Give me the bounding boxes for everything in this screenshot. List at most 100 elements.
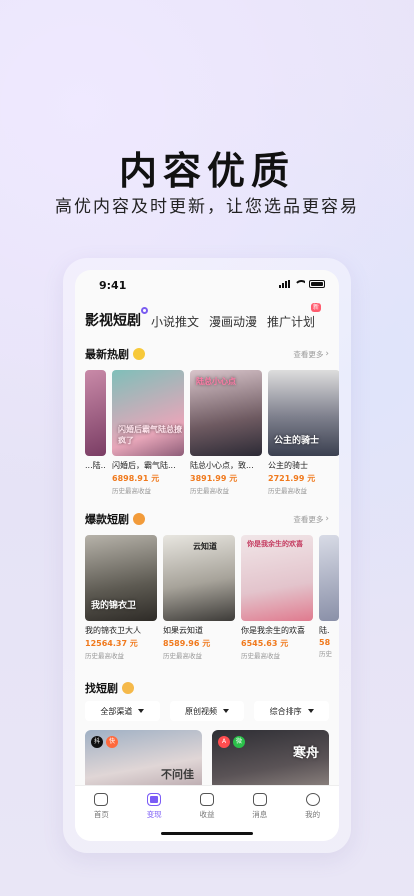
tab-promo-plan[interactable]: 推广计划 新 [267,303,322,330]
wechat-icon: 微 [233,736,245,748]
card-title: 陆总小心点，致... [190,461,254,470]
card-note: 历史 [319,650,332,658]
drama-card[interactable]: ...陆... [85,370,106,495]
poster-text: 你是我余生的欢喜 [247,540,303,548]
drama-card[interactable]: 你是我余生的欢喜 你是我余生的欢喜 6545.63 元 历史最高收益 [241,535,313,660]
home-icon [94,793,109,806]
card-price: 58 [319,638,331,647]
poster-image: 陆总小心点 [190,370,262,456]
poster-image: 我的锦衣卫 [85,535,157,621]
filter-label: 综合排序 [269,706,302,716]
app-icon: A [218,736,230,748]
filter-label: 原创视频 [185,706,217,716]
card-note: 历史最高收益 [163,652,202,660]
status-bar: 9:41 [75,270,339,300]
tab-novel[interactable]: 小说推文 [151,313,199,330]
poster-text: 闪婚后霸气陆总撩疯了 [118,425,182,445]
profile-icon [305,793,320,806]
kuaishou-icon: 快 [106,736,118,748]
poster-text: 公主的骑士 [274,436,320,446]
card-title: 你是我余生的欢喜 [241,626,305,635]
latest-cards: ...陆... 闪婚后霸气陆总撩疯了 闪婚后，霸气陆... 6898.91 元 … [85,370,339,495]
see-more-label: 查看更多 [293,349,324,359]
see-more-label: 查看更多 [293,514,324,524]
poster-image [85,370,106,456]
drama-card[interactable]: 陆总小心点 陆总小心点，致... 3891.99 元 历史最高收益 [190,370,262,495]
tabbar-home[interactable]: 首页 [75,786,128,841]
wallet-icon [199,793,214,806]
card-price: 2721.99 元 [268,474,316,483]
drama-card[interactable]: 云知道 如果云知道 8589.96 元 历史最高收益 [163,535,235,660]
caret-down-icon [138,709,145,713]
latest-section-header: 最新热剧 查看更多 › [85,346,329,362]
star-eyes-emoji-icon [133,513,145,525]
chevron-right-icon: › [325,349,329,359]
hero-title: 内容优质 [118,149,295,193]
filter-label: 全部渠道 [100,706,133,716]
channel-filter-dropdown[interactable]: 全部渠道 [85,701,160,721]
section-title: 爆款短剧 [85,513,129,526]
see-more-link[interactable]: 查看更多 › [293,514,329,525]
type-filter-dropdown[interactable]: 原创视频 [169,701,245,721]
poster-image: 闪婚后霸气陆总撩疯了 [112,370,184,456]
tab-film-shorts[interactable]: 影视短剧 [85,307,148,330]
status-time: 9:41 [99,279,127,292]
tabbar-label: 收益 [199,810,215,819]
section-title: 最新热剧 [85,348,129,361]
tabbar-label: 我的 [305,810,321,819]
drama-card[interactable]: 闪婚后霸气陆总撩疯了 闪婚后，霸气陆... 6898.91 元 历史最高收益 [112,370,184,495]
thinking-emoji-icon [122,682,134,694]
tabbar-profile[interactable]: 我的 [286,786,339,841]
app-screen: 9:41 影视短剧 小说推文 漫画动漫 推广计划 新 最新热剧 查看更多 › ..… [75,270,339,841]
card-price: 12564.37 元 [85,639,138,648]
poster-text: 我的锦衣卫 [91,601,137,611]
poster-text: 不问佳 [161,768,194,781]
search-result-cards: 抖 快 不问佳 A 微 寒舟 [85,730,329,790]
tab-comics[interactable]: 漫画动漫 [209,313,257,330]
card-note: 历史最高收益 [85,652,124,660]
find-section-header: 找短剧 [85,680,329,696]
result-card[interactable]: A 微 寒舟 [212,730,329,790]
smile-emoji-icon [133,348,145,360]
card-price: 6545.63 元 [241,639,289,648]
poster-image [319,535,339,621]
result-card[interactable]: 抖 快 不问佳 [85,730,202,790]
new-badge: 新 [311,303,322,312]
card-price: 6898.91 元 [112,474,160,483]
douyin-icon: 抖 [91,736,103,748]
card-note: 历史最高收益 [241,652,280,660]
drama-card[interactable]: 陆. 58 历史 [319,535,339,660]
tabbar-label: 变现 [146,810,162,819]
tabbar-label: 首页 [93,810,109,819]
bottom-tab-bar: 首页 变现 收益 消息 我的 [75,785,339,841]
poster-image: 云知道 [163,535,235,621]
active-dot-icon [141,307,148,314]
category-tabs: 影视短剧 小说推文 漫画动漫 推广计划 新 [85,303,339,330]
see-more-link[interactable]: 查看更多 › [293,349,329,360]
card-price: 8589.96 元 [163,639,211,648]
drama-card[interactable]: 公主的骑士 公主的骑士 2721.99 元 历史最高收益 [268,370,339,495]
card-note: 历史最高收益 [268,487,307,495]
tabbar-label: 消息 [252,810,268,819]
chevron-right-icon: › [325,514,329,524]
tab-label: 影视短剧 [85,313,141,329]
signal-icon [279,280,290,288]
message-icon [252,793,267,806]
poster-text: 陆总小心点 [196,377,236,386]
card-title: ...陆... [85,461,106,470]
drama-card[interactable]: 我的锦衣卫 我的锦衣卫大人 12564.37 元 历史最高收益 [85,535,157,660]
monetize-icon [147,793,162,806]
sort-filter-dropdown[interactable]: 综合排序 [254,701,330,721]
hot-cards: 我的锦衣卫 我的锦衣卫大人 12564.37 元 历史最高收益 云知道 如果云知… [85,535,339,660]
caret-down-icon [307,709,314,713]
home-indicator [161,832,253,835]
poster-image: 公主的骑士 [268,370,339,456]
card-title: 陆. [319,626,330,635]
poster-text: 云知道 [193,542,217,551]
caret-down-icon [223,709,229,713]
tab-label: 推广计划 [267,315,316,329]
card-price: 3891.99 元 [190,474,238,483]
section-title: 找短剧 [85,682,118,695]
poster-text: 寒舟 [292,746,319,761]
card-note: 历史最高收益 [112,487,151,495]
